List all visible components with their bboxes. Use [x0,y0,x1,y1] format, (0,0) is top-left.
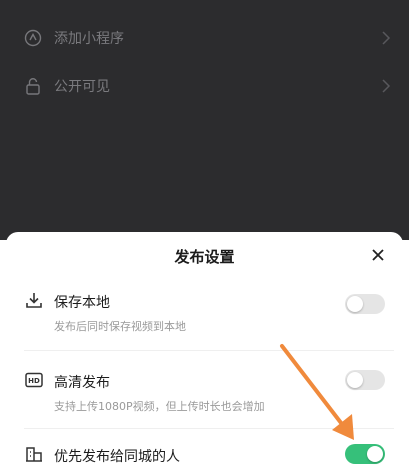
toggle-knob [347,372,363,388]
hd-icon: HD [25,372,43,388]
save-local-toggle[interactable] [345,294,385,314]
menu-item-label: 公开可见 [54,79,110,95]
download-icon [26,293,42,308]
hd-publish-toggle[interactable] [345,370,385,390]
menu-item-public-visible[interactable]: 公开可见 [0,62,409,110]
divider [24,350,394,351]
option-title-local-first: 优先发布给同城的人 [54,449,180,465]
menu-item-add-mini-program[interactable]: 添加小程序 [0,14,409,62]
option-title-hd-publish: 高清发布 [54,375,110,391]
toggle-knob [347,296,363,312]
svg-text:HD: HD [28,377,40,385]
mini-program-icon [24,29,42,47]
local-city-icon [26,447,42,462]
chevron-right-icon [382,31,391,45]
option-desc-hd-publish: 支持上传1080P视频，但上传时长也会增加 [54,400,265,413]
close-icon[interactable] [369,246,387,264]
publish-settings-sheet: 发布设置 保存本地 发布后同时保存视频到本地 HD 高清发布 支持上传1080P… [6,232,403,472]
local-first-toggle[interactable] [345,444,385,464]
divider [24,428,394,429]
sheet-title: 发布设置 [174,248,235,266]
option-title-save-local: 保存本地 [54,295,110,311]
option-desc-save-local: 发布后同时保存视频到本地 [54,320,186,333]
chevron-right-icon [382,79,391,93]
toggle-knob [367,446,383,462]
menu-item-label: 添加小程序 [54,31,124,47]
background-panel: 添加小程序 公开可见 [0,0,409,240]
unlock-icon [26,78,40,95]
